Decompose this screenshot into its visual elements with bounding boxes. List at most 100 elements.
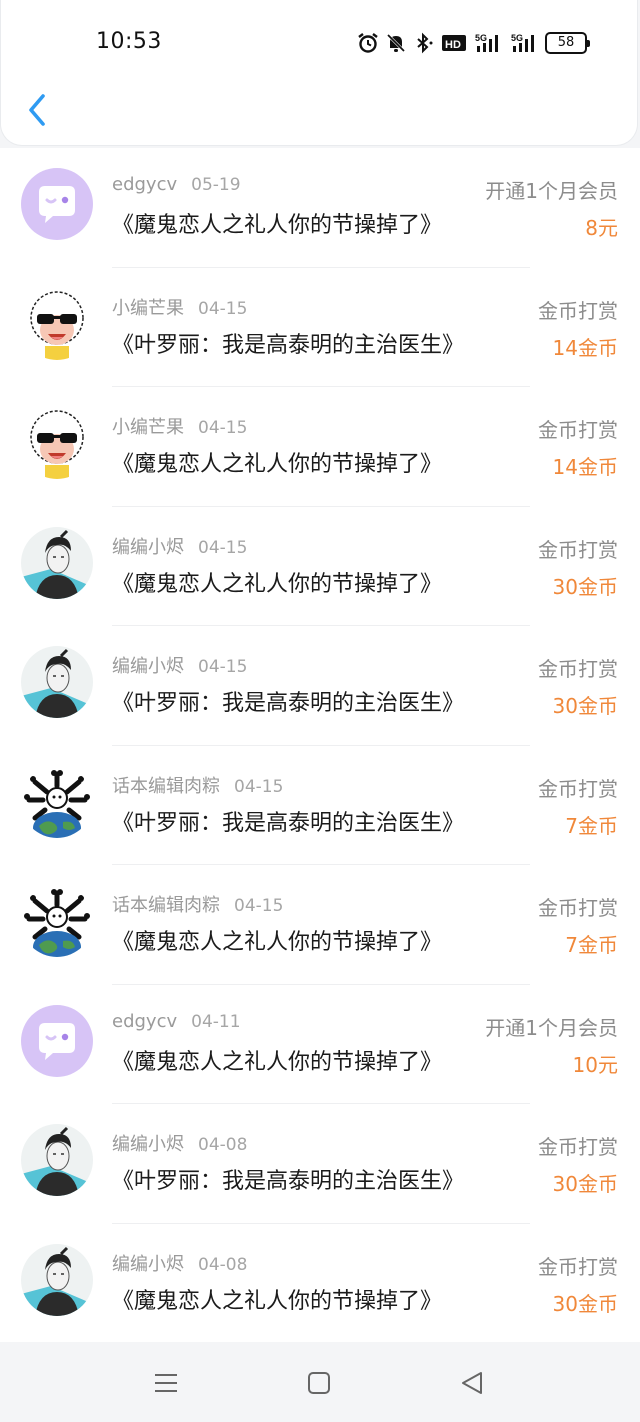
book-title: 《叶罗丽：我是高泰明的主治医生》 bbox=[112, 691, 465, 716]
book-title: 《魔鬼恋人之礼人你的节操掉了》 bbox=[112, 571, 443, 597]
record-meta: 小编芒果 04-15 bbox=[112, 413, 247, 439]
bones-earth-avatar[interactable] bbox=[21, 765, 93, 838]
record-list: edgycv 05-19 《魔鬼恋人之礼人你的节操掉了》 开通1个月会员 8元小编芒果 0… bbox=[0, 148, 640, 1343]
system-nav-bar bbox=[0, 1342, 640, 1422]
back-button[interactable] bbox=[19, 90, 55, 130]
user-name: 小编芒果 bbox=[112, 417, 184, 438]
record-date: 04-15 bbox=[198, 657, 248, 677]
chat-bubble-avatar[interactable] bbox=[21, 1004, 93, 1077]
user-name: 话本编辑肉粽 bbox=[112, 775, 220, 797]
record-type: 金币打赏 bbox=[538, 896, 618, 920]
record-type: 金币打赏 bbox=[538, 418, 618, 442]
book-title: 《叶罗丽：我是高泰明的主治医生》 bbox=[112, 810, 465, 836]
record-date: 04-15 bbox=[198, 537, 248, 558]
record-date: 04-08 bbox=[198, 1254, 248, 1275]
user-name: 小编芒果 bbox=[112, 297, 184, 319]
record-amount: 7金币 bbox=[565, 933, 618, 957]
top-header: 10:53 HD 5G 5G 58 bbox=[0, 0, 638, 146]
book-title: 《魔鬼恋人之礼人你的节操掉了》 bbox=[112, 930, 443, 955]
user-name: 编编小烬 bbox=[112, 536, 184, 558]
bluetooth-icon bbox=[417, 32, 433, 54]
home-square-icon bbox=[308, 1372, 330, 1394]
record-amount: 14金币 bbox=[552, 335, 618, 360]
record-meta: 编编小烬 04-08 bbox=[112, 1130, 247, 1156]
user-name: edgycv bbox=[112, 174, 178, 195]
menu-button[interactable] bbox=[150, 1368, 182, 1398]
list-item[interactable]: 小编芒果 04-15 《魔鬼恋人之礼人你的节操掉了》 金币打赏 14金币 bbox=[0, 387, 640, 507]
5g-signal-icon: 5G bbox=[475, 33, 498, 52]
mute-icon bbox=[386, 33, 406, 53]
list-item[interactable]: 编编小烬 04-08 《魔鬼恋人之礼人你的节操掉了》 金币打赏 30金币 bbox=[0, 1224, 640, 1343]
record-date: 04-15 bbox=[234, 896, 284, 916]
list-item[interactable]: 编编小烬 04-08 《叶罗丽：我是高泰明的主治医生》 金币打赏 30金币 bbox=[0, 1104, 640, 1224]
book-title: 《魔鬼恋人之礼人你的节操掉了》 bbox=[112, 1288, 443, 1314]
record-amount: 30金币 bbox=[552, 1291, 618, 1316]
list-item[interactable]: 小编芒果 04-15 《叶罗丽：我是高泰明的主治医生》 金币打赏 14金币 bbox=[0, 268, 640, 387]
record-type: 金币打赏 bbox=[538, 1254, 618, 1279]
record-amount: 10元 bbox=[572, 1052, 618, 1077]
sheep-sunglasses-avatar[interactable] bbox=[21, 287, 93, 360]
list-item[interactable]: 话本编辑肉粽 04-15 《叶罗丽：我是高泰明的主治医生》 金币打赏 7金币 bbox=[0, 746, 640, 865]
record-date: 04-15 bbox=[234, 776, 284, 797]
record-meta: 编编小烬 04-15 bbox=[112, 533, 247, 559]
anime-man-avatar[interactable] bbox=[21, 1243, 93, 1316]
5g-signal-icon: 5G bbox=[511, 33, 534, 52]
book-title: 《叶罗丽：我是高泰明的主治医生》 bbox=[112, 1169, 465, 1194]
record-meta: 话本编辑肉粽 04-15 bbox=[112, 891, 283, 917]
sheep-sunglasses-avatar[interactable] bbox=[21, 407, 93, 479]
svg-text:HD: HD bbox=[445, 39, 461, 51]
user-name: 编编小烬 bbox=[112, 1134, 184, 1155]
user-name: edgycv bbox=[112, 1010, 178, 1032]
alarm-icon bbox=[358, 33, 378, 53]
anime-man-avatar[interactable] bbox=[21, 646, 93, 718]
record-date: 04-11 bbox=[191, 1011, 241, 1032]
hd-icon: HD bbox=[442, 35, 466, 51]
book-title: 《魔鬼恋人之礼人你的节操掉了》 bbox=[112, 452, 443, 477]
record-amount: 30金币 bbox=[552, 574, 618, 599]
svg-text:5G: 5G bbox=[511, 33, 523, 43]
record-meta: 编编小烬 04-15 bbox=[112, 652, 247, 678]
record-type: 金币打赏 bbox=[538, 1135, 618, 1159]
record-amount: 30金币 bbox=[552, 1172, 618, 1196]
user-name: 话本编辑肉粽 bbox=[112, 895, 220, 916]
record-amount: 7金币 bbox=[565, 813, 618, 838]
record-meta: 话本编辑肉粽 04-15 bbox=[112, 772, 283, 798]
record-date: 05-19 bbox=[191, 175, 241, 195]
anime-man-avatar[interactable] bbox=[21, 526, 93, 599]
back-triangle-icon bbox=[462, 1372, 482, 1394]
user-name: 编编小烬 bbox=[112, 656, 184, 677]
list-item[interactable]: 话本编辑肉粽 04-15 《魔鬼恋人之礼人你的节操掉了》 金币打赏 7金币 bbox=[0, 865, 640, 985]
anime-man-avatar[interactable] bbox=[21, 1124, 93, 1196]
status-time: 10:53 bbox=[96, 29, 162, 54]
record-type: 金币打赏 bbox=[538, 776, 618, 801]
record-amount: 14金币 bbox=[552, 455, 618, 479]
home-button[interactable] bbox=[303, 1368, 335, 1398]
svg-text:5G: 5G bbox=[475, 33, 487, 43]
record-date: 04-08 bbox=[198, 1135, 248, 1155]
list-item[interactable]: edgycv 04-11 《魔鬼恋人之礼人你的节操掉了》 开通1个月会员 10元 bbox=[0, 985, 640, 1104]
book-title: 《魔鬼恋人之礼人你的节操掉了》 bbox=[112, 1049, 443, 1075]
system-back-button[interactable] bbox=[456, 1368, 488, 1398]
list-item[interactable]: edgycv 05-19 《魔鬼恋人之礼人你的节操掉了》 开通1个月会员 8元 bbox=[0, 148, 640, 268]
chat-bubble-avatar[interactable] bbox=[21, 168, 93, 240]
user-name: 编编小烬 bbox=[112, 1253, 184, 1275]
battery-icon: 58 bbox=[545, 32, 590, 54]
list-item[interactable]: 编编小烬 04-15 《叶罗丽：我是高泰明的主治医生》 金币打赏 30金币 bbox=[0, 626, 640, 746]
chevron-left-icon bbox=[29, 94, 45, 126]
record-type: 金币打赏 bbox=[538, 537, 618, 562]
list-item[interactable]: 编编小烬 04-15 《魔鬼恋人之礼人你的节操掉了》 金币打赏 30金币 bbox=[0, 507, 640, 626]
status-icons: HD 5G 5G 58 bbox=[357, 30, 590, 56]
record-amount: 8元 bbox=[585, 216, 618, 240]
record-meta: edgycv 05-19 bbox=[112, 174, 241, 195]
record-type: 金币打赏 bbox=[538, 657, 618, 681]
bones-earth-avatar[interactable] bbox=[21, 885, 93, 957]
record-type: 开通1个月会员 bbox=[485, 179, 618, 203]
book-title: 《魔鬼恋人之礼人你的节操掉了》 bbox=[112, 213, 443, 238]
record-meta: edgycv 04-11 bbox=[112, 1011, 241, 1032]
record-meta: 编编小烬 04-08 bbox=[112, 1250, 247, 1276]
record-type: 金币打赏 bbox=[538, 298, 618, 323]
record-date: 04-15 bbox=[198, 418, 248, 438]
record-amount: 30金币 bbox=[552, 694, 618, 718]
record-date: 04-15 bbox=[198, 298, 248, 319]
book-title: 《叶罗丽：我是高泰明的主治医生》 bbox=[112, 332, 465, 358]
